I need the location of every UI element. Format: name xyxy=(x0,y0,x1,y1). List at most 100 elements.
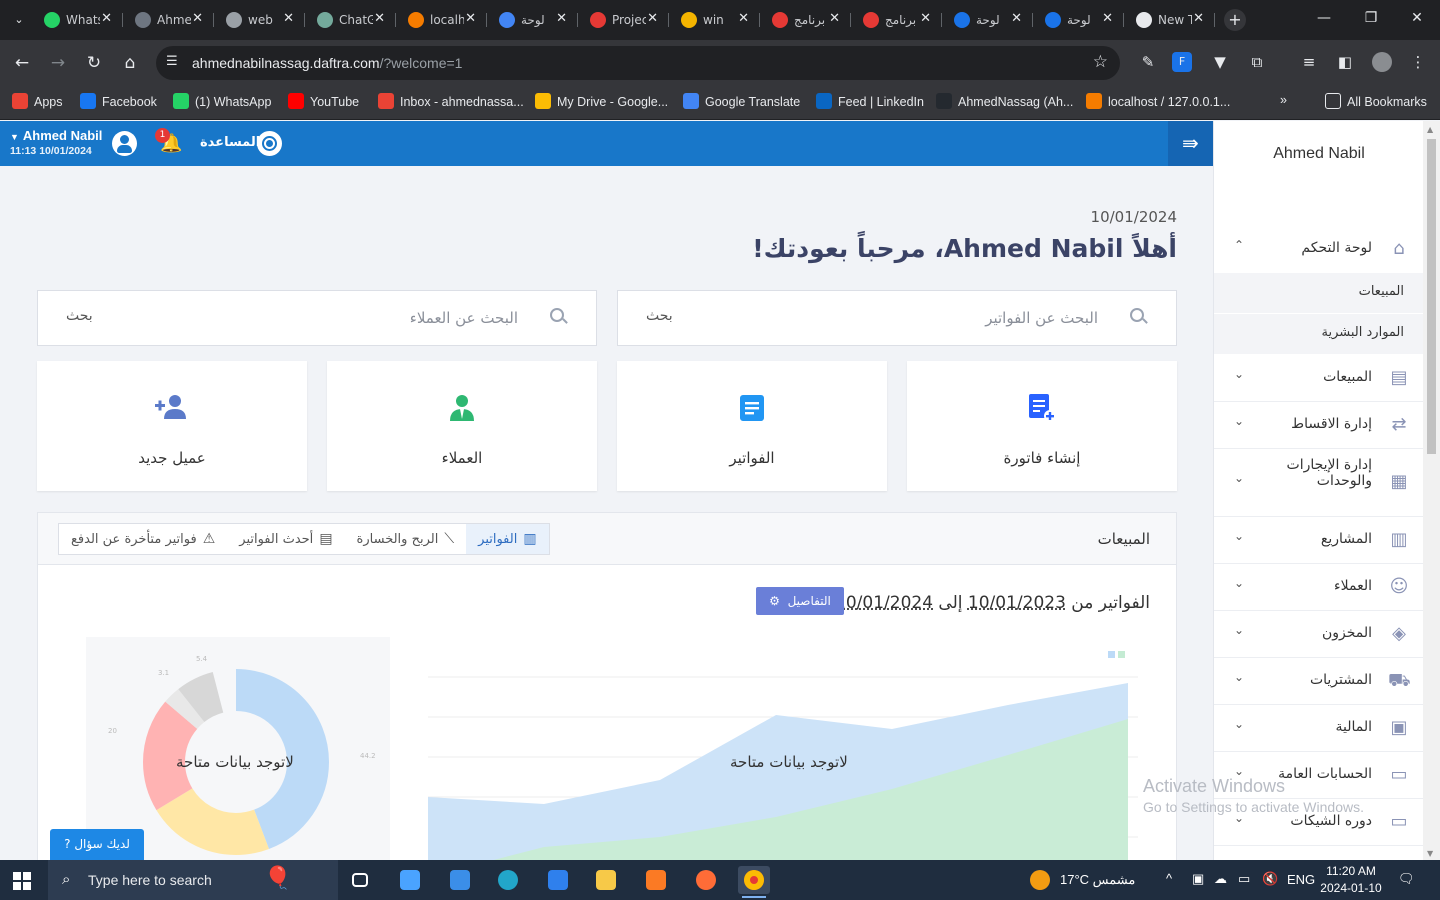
bookmark-item[interactable]: Feed | LinkedIn xyxy=(816,93,924,113)
sidebar-subitem[interactable]: الموارد البشرية xyxy=(1214,314,1424,354)
browser-tab[interactable]: New Tab✕ xyxy=(1128,6,1215,34)
file-explorer-icon[interactable] xyxy=(590,866,622,894)
browser-tab[interactable]: ChatGPT✕ xyxy=(309,6,396,34)
chevron-icon[interactable]: ⌄ xyxy=(1234,471,1244,485)
back-icon[interactable]: ← xyxy=(10,51,34,75)
home-icon[interactable]: ⌂ xyxy=(118,51,142,75)
chevron-icon[interactable]: ⌃ xyxy=(1234,238,1244,252)
close-tab-icon[interactable]: ✕ xyxy=(556,11,567,26)
create-invoice-card[interactable]: إنشاء فاتورة xyxy=(907,361,1177,491)
sidebar-item[interactable]: لوحة التحكم ⌂ ⌃ xyxy=(1214,226,1424,273)
client-search-button[interactable]: بحث xyxy=(66,308,93,324)
vue-extension-icon[interactable]: ▼ xyxy=(1210,52,1230,72)
meet-icon[interactable]: ▣ xyxy=(1192,871,1204,900)
weather-text[interactable]: 17°C مشمس xyxy=(1060,872,1135,900)
client-search-input[interactable] xyxy=(218,305,518,331)
taskbar-search[interactable]: ⌕ Type here to search 🎈 xyxy=(48,860,338,900)
close-window-icon[interactable]: ✕ xyxy=(1407,10,1427,26)
close-tab-icon[interactable]: ✕ xyxy=(920,11,931,26)
store-icon[interactable] xyxy=(394,866,426,894)
close-tab-icon[interactable]: ✕ xyxy=(283,11,294,26)
user-menu[interactable]: ▼ Ahmed Nabil 11:13 10/01/2024 xyxy=(10,128,102,157)
close-tab-icon[interactable]: ✕ xyxy=(829,11,840,26)
user-avatar-icon[interactable] xyxy=(112,131,137,156)
bookmark-item[interactable]: AhmedNassag (Ah... xyxy=(936,93,1073,113)
close-tab-icon[interactable]: ✕ xyxy=(1193,11,1204,26)
scroll-up-icon[interactable]: ▲ xyxy=(1427,125,1433,134)
close-tab-icon[interactable]: ✕ xyxy=(465,11,476,26)
restore-icon[interactable]: ❐ xyxy=(1361,10,1381,26)
close-tab-icon[interactable]: ✕ xyxy=(101,11,112,26)
clients-card[interactable]: العملاء xyxy=(327,361,597,491)
chevron-icon[interactable]: ⌄ xyxy=(1234,414,1244,428)
bookmark-item[interactable]: Apps xyxy=(12,93,63,113)
tab-profit-loss[interactable]: ⟋الربح والخسارة xyxy=(345,524,467,554)
browser-tab[interactable]: برنامج ✕ xyxy=(855,6,942,34)
browser-tab[interactable]: WhatsApp✕ xyxy=(36,6,123,34)
browser-tab[interactable]: برنامج ✕ xyxy=(764,6,851,34)
close-tab-icon[interactable]: ✕ xyxy=(192,11,203,26)
weather-icon[interactable] xyxy=(1030,870,1050,890)
chrome-menu-icon[interactable]: ⋮ xyxy=(1408,52,1428,72)
tab-invoices[interactable]: ▥الفواتير xyxy=(466,524,549,554)
volume-icon[interactable]: 🔇 xyxy=(1262,871,1278,900)
new-client-card[interactable]: عميل جديد xyxy=(37,361,307,491)
chrome-icon[interactable] xyxy=(738,866,770,898)
sidebar-item[interactable]: المشاريع ▥ ⌄ xyxy=(1214,517,1424,564)
extensions-icon[interactable]: ⧉ xyxy=(1247,52,1267,72)
tab-overdue-invoices[interactable]: ⚠فواتير متأخرة عن الدفع xyxy=(59,524,227,554)
help-label[interactable]: المساعدة xyxy=(200,135,260,150)
edge-icon[interactable] xyxy=(492,866,524,894)
url-text[interactable]: ahmednabilnassag.daftra.com/?welcome=1 xyxy=(192,55,462,71)
sidebar-item[interactable]: إدارة الإيجارات والوحدات ▦ ⌄ xyxy=(1214,449,1424,517)
cloud-icon[interactable]: ☁ xyxy=(1214,871,1227,900)
profile-avatar[interactable] xyxy=(1372,52,1392,72)
sidebar-item[interactable]: المالية ▣ ⌄ xyxy=(1214,705,1424,752)
bookmark-item[interactable]: My Drive - Google... xyxy=(535,93,668,113)
chevron-icon[interactable]: ⌄ xyxy=(1234,670,1244,684)
xampp-icon[interactable] xyxy=(640,866,672,894)
range-to[interactable]: 10/01/2024 xyxy=(835,593,933,613)
browser-tab[interactable]: web ✕ xyxy=(218,6,305,34)
close-tab-icon[interactable]: ✕ xyxy=(1011,11,1022,26)
browser-tab[interactable]: Project✕ xyxy=(582,6,669,34)
sidebar-item[interactable]: إدارة الاقساط ⇄ ⌄ xyxy=(1214,402,1424,449)
sidebar-item[interactable]: المخزون ◈ ⌄ xyxy=(1214,611,1424,658)
browser-tab[interactable]: Ahmed✕ xyxy=(127,6,214,34)
site-info-icon[interactable]: ☰ xyxy=(166,54,178,69)
chevron-icon[interactable]: ⌄ xyxy=(1234,529,1244,543)
invoice-search-input[interactable] xyxy=(798,305,1098,331)
chevron-icon[interactable]: ⌄ xyxy=(1234,367,1244,381)
minimize-icon[interactable]: — xyxy=(1314,10,1334,26)
taskbar-clock[interactable]: 11:20 AM 2024-01-10 xyxy=(1316,863,1386,897)
extension-f-icon[interactable]: F xyxy=(1172,52,1192,72)
details-button[interactable]: ⚙ التفاصيل xyxy=(756,587,844,615)
network-icon[interactable]: ▭ xyxy=(1238,871,1250,900)
scroll-down-icon[interactable]: ▼ xyxy=(1427,849,1433,858)
invoices-card[interactable]: الفواتير xyxy=(617,361,887,491)
browser-tab[interactable]: لوحة ✕ xyxy=(946,6,1033,34)
tray-chevron-icon[interactable]: ^ xyxy=(1166,871,1172,900)
bookmark-item[interactable]: Facebook xyxy=(80,93,157,113)
browser-tab[interactable]: win ✕ xyxy=(673,6,760,34)
scroll-thumb[interactable] xyxy=(1427,139,1436,454)
all-bookmarks[interactable]: All Bookmarks xyxy=(1325,93,1427,113)
bookmark-item[interactable]: (1) WhatsApp xyxy=(173,93,271,113)
bookmark-item[interactable]: Inbox - ahmednassa... xyxy=(378,93,524,113)
bookmark-item[interactable]: localhost / 127.0.0.1... xyxy=(1086,93,1230,113)
bookmark-item[interactable]: Google Translate xyxy=(683,93,800,113)
sidebar-scrollbar[interactable]: ▲ ▼ xyxy=(1423,121,1440,860)
sidebar-item[interactable]: المبيعات ▤ ⌄ xyxy=(1214,355,1424,402)
sidebar-item[interactable]: العملاء ☺ ⌄ xyxy=(1214,564,1424,611)
task-view-icon[interactable] xyxy=(344,866,376,894)
browser-tab[interactable]: لوحة ✕ xyxy=(1037,6,1124,34)
chevron-icon[interactable]: ⌄ xyxy=(1234,576,1244,590)
lifebuoy-icon[interactable] xyxy=(257,131,282,156)
close-tab-icon[interactable]: ✕ xyxy=(1102,11,1113,26)
new-tab-button[interactable]: + xyxy=(1224,9,1246,31)
sidebar-item[interactable]: المشتريات ⛟ ⌄ xyxy=(1214,658,1424,705)
range-from[interactable]: 10/01/2023 xyxy=(968,593,1066,613)
close-tab-icon[interactable]: ✕ xyxy=(374,11,385,26)
mail-icon[interactable] xyxy=(444,866,476,894)
browser-tab[interactable]: localhost✕ xyxy=(400,6,487,34)
